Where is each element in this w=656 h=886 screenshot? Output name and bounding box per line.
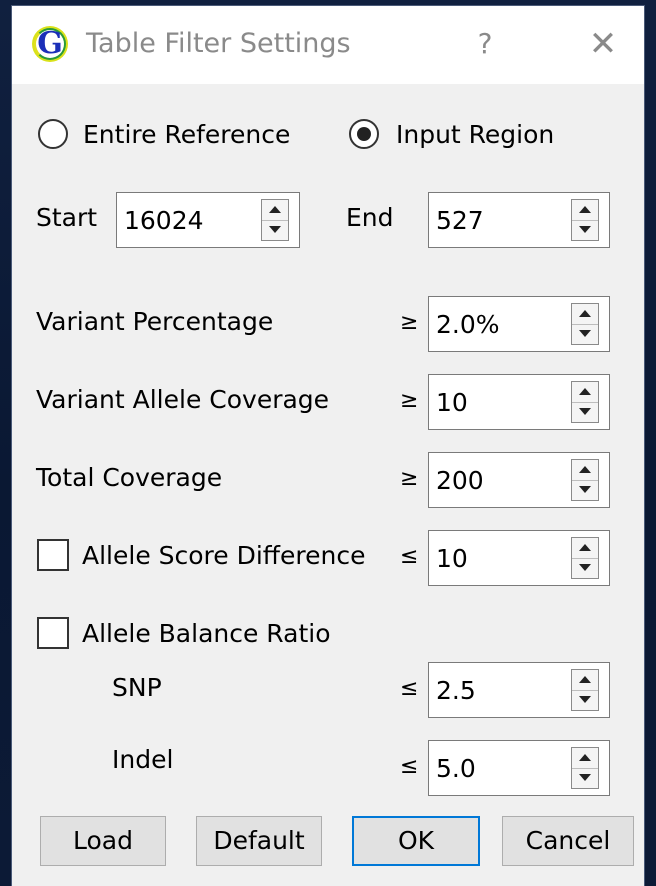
end-spinbox[interactable]: 527	[428, 192, 610, 248]
allele-score-difference-operator: ≤	[400, 544, 419, 569]
start-label: Start	[36, 203, 98, 232]
indel-operator: ≤	[400, 754, 419, 779]
variant-percentage-label: Variant Percentage	[36, 307, 274, 336]
close-button[interactable]: ✕	[578, 22, 628, 66]
start-value: 16024	[124, 206, 204, 235]
indel-value: 5.0	[436, 754, 476, 783]
snp-down-arrow-icon[interactable]	[572, 690, 598, 710]
variant-percentage-spinbox[interactable]: 2.0%	[428, 296, 610, 352]
total-coverage-stepper[interactable]	[571, 459, 599, 501]
total-coverage-up-arrow-icon[interactable]	[572, 460, 598, 481]
start-spinbox[interactable]: 16024	[116, 192, 300, 248]
variant-allele-coverage-stepper[interactable]	[571, 381, 599, 423]
title-bar: G Table Filter Settings ? ✕	[12, 6, 644, 84]
allele-balance-ratio-label: Allele Balance Ratio	[82, 619, 331, 648]
total-coverage-spinbox[interactable]: 200	[428, 452, 610, 508]
snp-spinbox[interactable]: 2.5	[428, 662, 610, 718]
snp-stepper[interactable]	[571, 669, 599, 711]
indel-label: Indel	[112, 745, 174, 774]
help-button[interactable]: ?	[462, 22, 508, 66]
allele-score-difference-up-arrow-icon[interactable]	[572, 538, 598, 559]
snp-label: SNP	[112, 673, 162, 702]
app-logo-letter: G	[37, 26, 63, 61]
allele-score-difference-spinbox[interactable]: 10	[428, 530, 610, 586]
radio-input-region-label: Input Region	[396, 120, 555, 149]
total-coverage-value: 200	[436, 466, 484, 495]
variant-percentage-down-arrow-icon[interactable]	[572, 324, 598, 344]
end-value: 527	[436, 206, 484, 235]
end-stepper[interactable]	[571, 199, 599, 241]
allele-score-difference-down-arrow-icon[interactable]	[572, 558, 598, 578]
snp-operator: ≤	[400, 676, 419, 701]
allele-balance-ratio-checkbox[interactable]	[37, 617, 69, 649]
allele-score-difference-stepper[interactable]	[571, 537, 599, 579]
allele-score-difference-checkbox[interactable]	[37, 539, 69, 571]
variant-percentage-operator: ≥	[400, 310, 419, 335]
total-coverage-down-arrow-icon[interactable]	[572, 480, 598, 500]
table-filter-settings-dialog: G Table Filter Settings ? ✕ Entire Refer…	[12, 6, 644, 886]
end-down-arrow-icon[interactable]	[572, 220, 598, 240]
variant-allele-coverage-down-arrow-icon[interactable]	[572, 402, 598, 422]
total-coverage-label: Total Coverage	[36, 463, 223, 492]
variant-allele-coverage-up-arrow-icon[interactable]	[572, 382, 598, 403]
indel-stepper[interactable]	[571, 747, 599, 789]
indel-down-arrow-icon[interactable]	[572, 768, 598, 788]
allele-score-difference-value: 10	[436, 544, 468, 573]
indel-up-arrow-icon[interactable]	[572, 748, 598, 769]
variant-allele-coverage-spinbox[interactable]: 10	[428, 374, 610, 430]
start-down-arrow-icon[interactable]	[262, 220, 288, 240]
variant-allele-coverage-label: Variant Allele Coverage	[36, 385, 330, 414]
radio-input-region[interactable]	[349, 119, 379, 149]
variant-percentage-stepper[interactable]	[571, 303, 599, 345]
app-logo-icon: G	[32, 26, 68, 62]
snp-value: 2.5	[436, 676, 476, 705]
window-title: Table Filter Settings	[86, 28, 351, 59]
ok-button[interactable]: OK	[352, 816, 480, 866]
indel-spinbox[interactable]: 5.0	[428, 740, 610, 796]
radio-entire-reference[interactable]	[38, 119, 68, 149]
snp-up-arrow-icon[interactable]	[572, 670, 598, 691]
default-button[interactable]: Default	[196, 816, 322, 866]
start-up-arrow-icon[interactable]	[262, 200, 288, 221]
start-stepper[interactable]	[261, 199, 289, 241]
variant-allele-coverage-operator: ≥	[400, 388, 419, 413]
variant-percentage-value: 2.0%	[436, 310, 500, 339]
end-up-arrow-icon[interactable]	[572, 200, 598, 221]
radio-entire-reference-label: Entire Reference	[83, 120, 291, 149]
cancel-button[interactable]: Cancel	[502, 816, 634, 866]
load-button[interactable]: Load	[40, 816, 166, 866]
variant-allele-coverage-value: 10	[436, 388, 468, 417]
variant-percentage-up-arrow-icon[interactable]	[572, 304, 598, 325]
total-coverage-operator: ≥	[400, 466, 419, 491]
end-label: End	[346, 203, 394, 232]
allele-score-difference-label: Allele Score Difference	[82, 541, 366, 570]
